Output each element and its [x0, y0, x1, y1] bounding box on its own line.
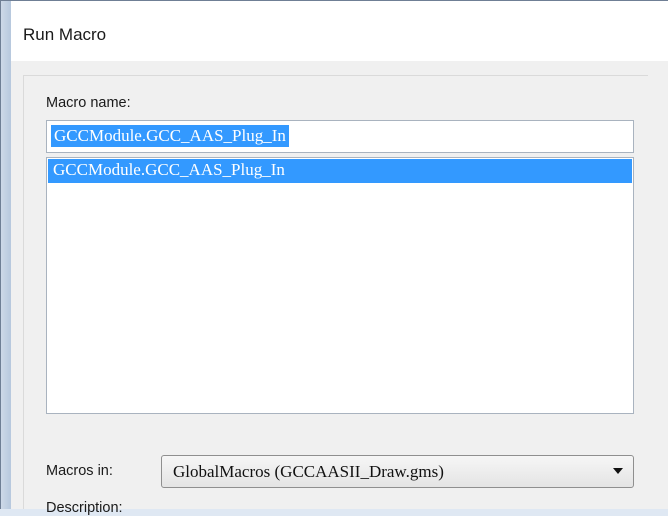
macros-in-value: GlobalMacros (GCCAASII_Draw.gms): [173, 462, 444, 481]
macro-name-input[interactable]: GCCModule.GCC_AAS_Plug_In: [46, 120, 634, 153]
dialog-body: Macro name: GCCModule.GCC_AAS_Plug_In GC…: [23, 75, 648, 516]
window-frame: [1, 1, 11, 509]
title-bar[interactable]: Run Macro: [11, 1, 668, 61]
window-title: Run Macro: [23, 25, 107, 44]
list-item[interactable]: GCCModule.GCC_AAS_Plug_In: [48, 159, 632, 183]
description-label: Description:: [46, 500, 123, 516]
macro-name-value: GCCModule.GCC_AAS_Plug_In: [51, 125, 289, 147]
dropdown-arrow-icon[interactable]: [613, 468, 623, 474]
macros-in-label: Macros in:: [46, 463, 113, 479]
run-macro-dialog: Run Macro Macro name: GCCModule.GCC_AAS_…: [0, 0, 668, 516]
macro-list[interactable]: GCCModule.GCC_AAS_Plug_In: [46, 157, 634, 414]
macro-name-label: Macro name:: [46, 95, 131, 111]
macros-in-dropdown[interactable]: GlobalMacros (GCCAASII_Draw.gms): [161, 455, 634, 488]
